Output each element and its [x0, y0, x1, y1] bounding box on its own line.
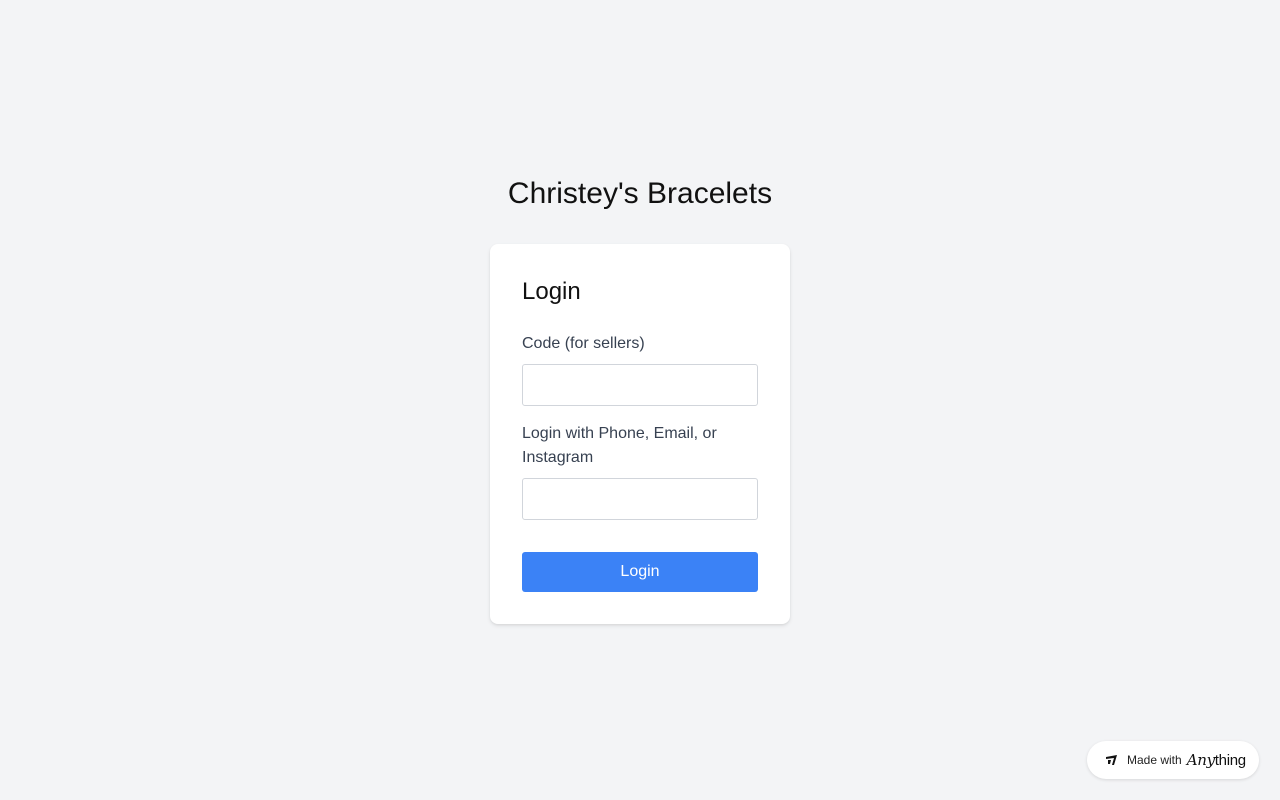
- anything-wordmark-plain: thing: [1214, 752, 1246, 769]
- made-with-label: Made with: [1127, 753, 1182, 767]
- page-title: Christey's Bracelets: [507, 177, 773, 210]
- code-field-label: Code (for sellers): [522, 335, 645, 352]
- contact-field-label: Login with Phone, Email, or Instagram: [522, 425, 717, 466]
- login-card: Login Code (for sellers) Login with Phon…: [490, 244, 790, 624]
- login-heading: Login: [522, 278, 581, 305]
- anything-wordmark-script: Any: [1186, 751, 1215, 769]
- contact-input[interactable]: [522, 478, 758, 520]
- anything-wordmark: Anything: [1187, 751, 1246, 769]
- made-with-anything-badge[interactable]: Made with Anything: [1087, 741, 1259, 779]
- anything-logo-icon: [1105, 753, 1119, 767]
- login-button[interactable]: Login: [522, 552, 758, 592]
- code-input[interactable]: [522, 364, 758, 406]
